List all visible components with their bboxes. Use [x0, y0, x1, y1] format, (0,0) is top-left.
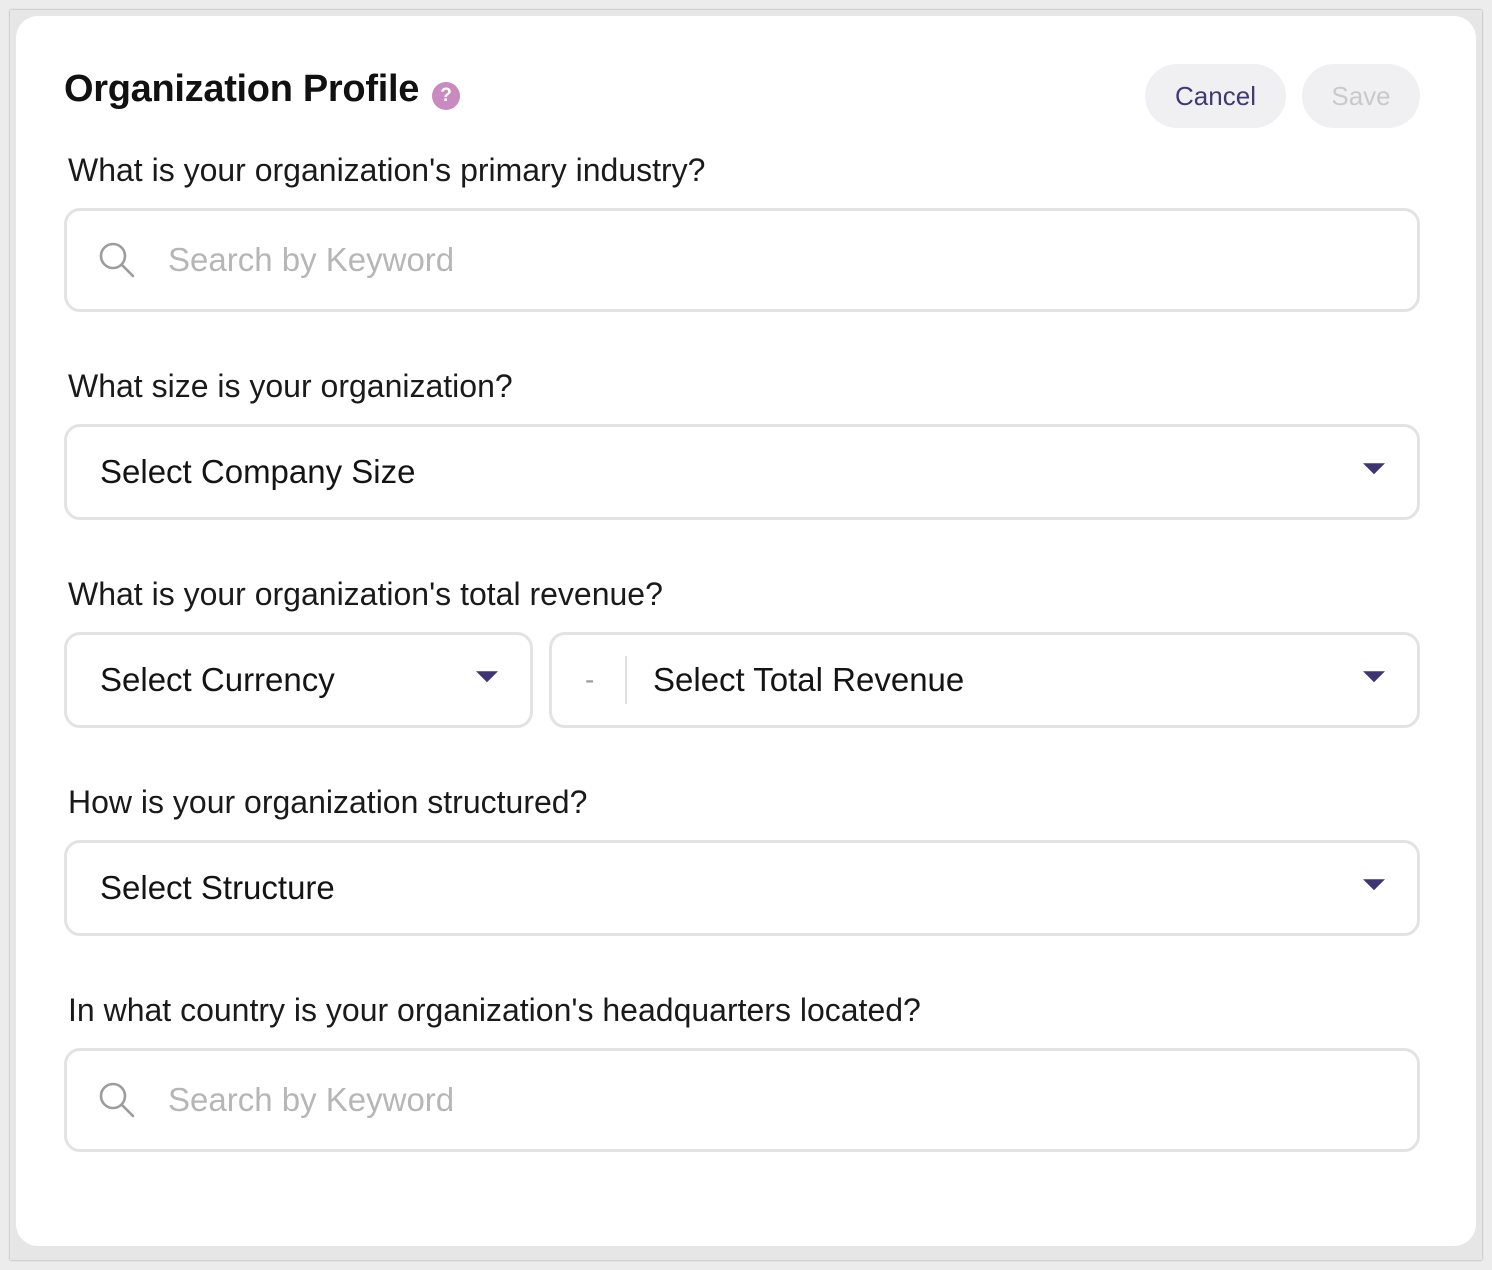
- save-button[interactable]: Save: [1302, 64, 1420, 128]
- chevron-down-icon: [476, 671, 498, 683]
- size-question: What size is your organization?: [68, 368, 513, 404]
- chevron-down-icon: [1363, 671, 1385, 683]
- structure-select[interactable]: Select Structure: [64, 840, 1420, 936]
- company-size-selected: Select Company Size: [100, 453, 416, 490]
- company-size-select[interactable]: Select Company Size: [64, 424, 1420, 520]
- window-frame: Organization Profile ? Cancel Save What …: [10, 10, 1482, 1260]
- industry-question: What is your organization's primary indu…: [68, 152, 706, 188]
- structure-selected: Select Structure: [100, 869, 335, 906]
- search-icon: [99, 242, 135, 278]
- country-search-input[interactable]: Search by Keyword: [64, 1048, 1420, 1152]
- total-revenue-select[interactable]: - Select Total Revenue: [549, 632, 1420, 728]
- industry-search-input[interactable]: Search by Keyword: [64, 208, 1420, 312]
- currency-selected: Select Currency: [100, 661, 335, 698]
- structure-question: How is your organization structured?: [68, 784, 588, 820]
- page-title: Organization Profile: [64, 68, 420, 110]
- currency-select[interactable]: Select Currency: [64, 632, 533, 728]
- revenue-question: What is your organization's total revenu…: [68, 576, 663, 612]
- total-revenue-selected: Select Total Revenue: [653, 661, 965, 698]
- revenue-divider: [625, 656, 627, 704]
- search-icon: [99, 1082, 135, 1118]
- chevron-down-icon: [1363, 463, 1385, 475]
- organization-profile-card: Organization Profile ? Cancel Save What …: [16, 16, 1476, 1246]
- industry-search-placeholder: Search by Keyword: [168, 241, 455, 278]
- country-search-placeholder: Search by Keyword: [168, 1081, 455, 1118]
- chevron-down-icon: [1363, 879, 1385, 891]
- country-question: In what country is your organization's h…: [68, 992, 921, 1028]
- help-icon[interactable]: ?: [432, 82, 460, 110]
- revenue-prefix: -: [585, 664, 595, 695]
- cancel-button[interactable]: Cancel: [1145, 64, 1286, 128]
